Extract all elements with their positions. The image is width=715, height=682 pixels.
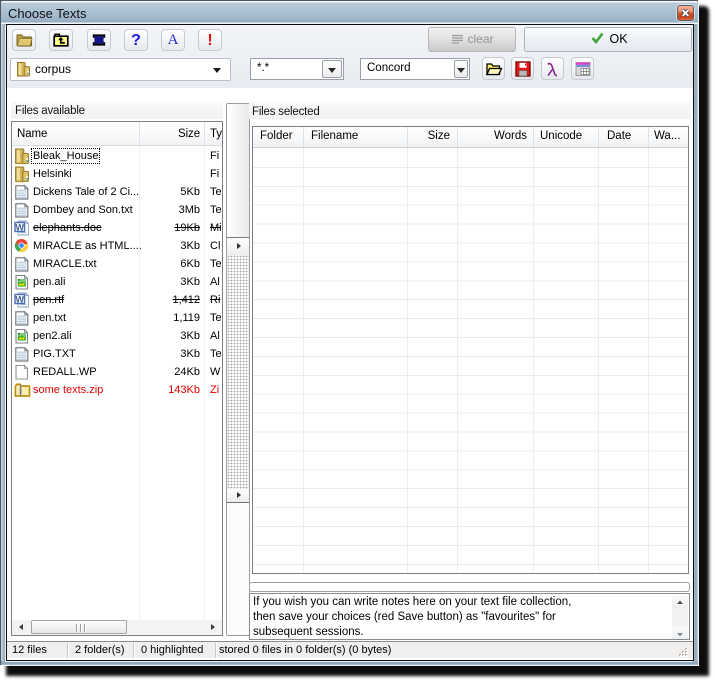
svg-text:W: W xyxy=(16,294,25,304)
svg-text:W: W xyxy=(16,222,25,232)
